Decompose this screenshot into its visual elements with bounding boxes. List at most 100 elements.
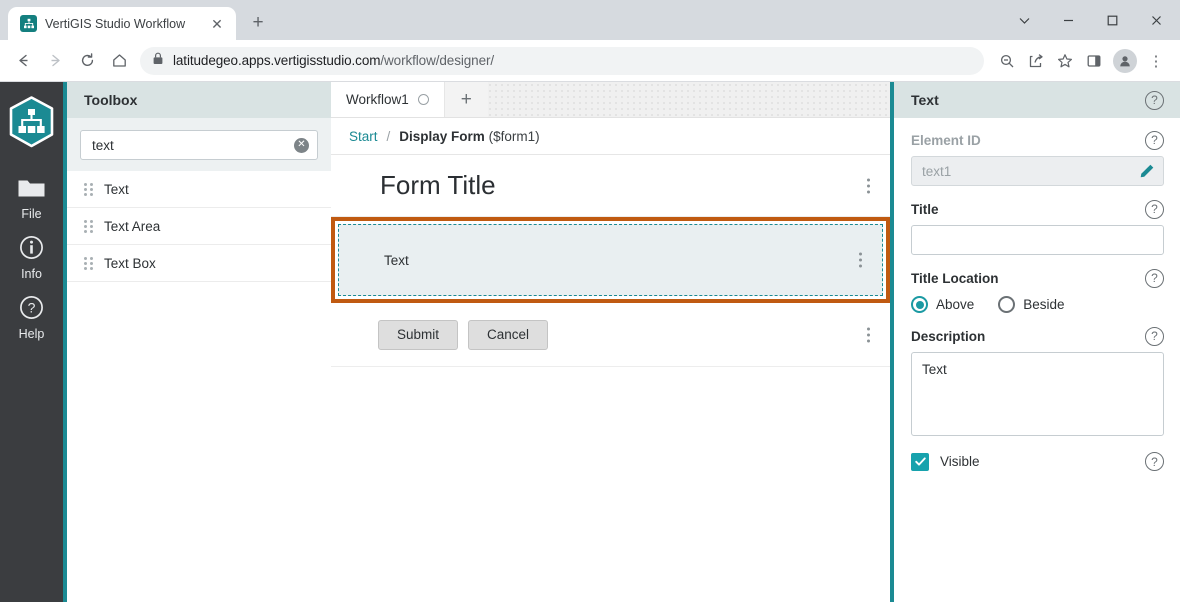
toolbox-item-text-box[interactable]: Text Box <box>67 245 331 282</box>
add-workflow-tab-button[interactable]: + <box>444 82 488 117</box>
unsaved-circle-icon[interactable] <box>418 94 429 105</box>
description-group: Description ? Text <box>911 326 1164 436</box>
toolbox-item-text[interactable]: Text <box>67 171 331 208</box>
radio-above-icon[interactable] <box>911 296 928 313</box>
question-circle-icon: ? <box>19 295 44 325</box>
help-icon[interactable]: ? <box>1145 131 1164 150</box>
svg-text:?: ? <box>28 300 36 316</box>
back-button[interactable] <box>8 46 38 76</box>
drag-handle-icon[interactable] <box>84 257 93 270</box>
clear-search-icon[interactable]: ✕ <box>294 138 309 153</box>
visible-checkbox[interactable] <box>911 453 929 471</box>
rail-item-file[interactable]: File <box>0 170 63 229</box>
browser-action-icons: ⋮ <box>993 47 1170 75</box>
browser-tab[interactable]: VertiGIS Studio Workflow ✕ <box>8 7 236 40</box>
url-host: latitudegeo.apps.vertigisstudio.com <box>173 53 380 68</box>
help-icon[interactable]: ? <box>1145 269 1164 288</box>
form-buttons-row[interactable]: Submit Cancel <box>331 303 890 367</box>
breadcrumb-current-label: Display Form <box>399 129 485 144</box>
toolbox-item-text-area[interactable]: Text Area <box>67 208 331 245</box>
cancel-button[interactable]: Cancel <box>468 320 548 350</box>
element-id-label: Element ID <box>911 133 981 148</box>
help-icon[interactable]: ? <box>1145 327 1164 346</box>
side-panel-icon[interactable] <box>1080 47 1108 75</box>
tab-close-icon[interactable]: ✕ <box>208 15 226 33</box>
description-textarea[interactable]: Text <box>911 352 1164 436</box>
toolbox-item-label: Text <box>104 182 129 197</box>
minimize-button[interactable] <box>1046 4 1090 36</box>
submit-button[interactable]: Submit <box>378 320 458 350</box>
rail-item-info[interactable]: Info <box>0 229 63 289</box>
toolbox-item-list: Text Text Area Text Box <box>67 171 331 602</box>
close-window-button[interactable] <box>1134 4 1178 36</box>
properties-body: Element ID ? Title ? <box>894 118 1180 602</box>
drag-handle-icon[interactable] <box>84 183 93 196</box>
rail-item-help[interactable]: ? Help <box>0 289 63 349</box>
info-circle-icon <box>19 235 44 265</box>
browser-menu-button[interactable]: ⋮ <box>1142 47 1170 75</box>
title-input[interactable] <box>922 233 1155 248</box>
share-icon[interactable] <box>1022 47 1050 75</box>
title-field[interactable] <box>911 225 1164 255</box>
radio-above-label: Above <box>936 297 974 312</box>
form-element-label: Text <box>384 253 409 268</box>
toolbox-search-field[interactable]: ✕ <box>80 130 318 160</box>
element-id-input <box>922 164 1139 179</box>
address-bar[interactable]: latitudegeo.apps.vertigisstudio.com/work… <box>140 47 984 75</box>
workflow-tab-strip: Workflow1 + <box>331 82 890 118</box>
browser-tab-bar: VertiGIS Studio Workflow ✕ + <box>0 0 1180 40</box>
pencil-icon[interactable] <box>1139 163 1155 179</box>
breadcrumb-start-link[interactable]: Start <box>349 129 378 144</box>
drag-handle-icon[interactable] <box>84 220 93 233</box>
rail-item-help-label: Help <box>19 327 45 341</box>
element-id-field <box>911 156 1164 186</box>
url-text: latitudegeo.apps.vertigisstudio.com/work… <box>173 53 494 68</box>
url-path: /workflow/designer/ <box>380 53 494 68</box>
vertigis-workflow-logo[interactable] <box>8 96 55 148</box>
form-buttons-menu-button[interactable] <box>867 327 870 342</box>
title-location-radio-group: Above Beside <box>911 294 1164 313</box>
radio-beside-icon[interactable] <box>998 296 1015 313</box>
left-rail: File Info ? Help <box>0 82 63 602</box>
title-location-group: Title Location ? Above Beside <box>911 268 1164 313</box>
zoom-out-icon[interactable] <box>993 47 1021 75</box>
toolbox-title: Toolbox <box>84 92 137 108</box>
selected-element-highlight: Text <box>331 217 890 303</box>
description-label: Description <box>911 329 985 344</box>
form-title-row[interactable]: Form Title <box>331 155 890 217</box>
help-icon[interactable]: ? <box>1145 91 1164 110</box>
form-element-menu-button[interactable] <box>859 253 862 268</box>
workflow-favicon-icon <box>20 15 37 32</box>
help-icon[interactable]: ? <box>1145 200 1164 219</box>
workflow-tab-label: Workflow1 <box>346 92 409 107</box>
lock-icon <box>152 52 164 70</box>
maximize-button[interactable] <box>1090 4 1134 36</box>
title-group: Title ? <box>911 199 1164 255</box>
search-input[interactable] <box>92 138 294 153</box>
toolbox-item-label: Text Box <box>104 256 156 271</box>
forward-button <box>40 46 70 76</box>
workflow-tab[interactable]: Workflow1 <box>331 82 444 117</box>
app-shell: File Info ? Help Toolbox ✕ <box>0 82 1180 602</box>
radio-option-beside[interactable]: Beside <box>998 296 1064 313</box>
radio-option-above[interactable]: Above <box>911 296 974 313</box>
breadcrumb-current: Display Form ($form1) <box>399 129 539 144</box>
help-icon[interactable]: ? <box>1145 452 1164 471</box>
new-tab-button[interactable]: + <box>244 9 272 37</box>
rail-item-info-label: Info <box>21 267 42 281</box>
designer-center: Workflow1 + Start / Display Form ($form1… <box>331 82 890 602</box>
visible-row: Visible ? <box>911 452 1164 471</box>
toolbox-item-label: Text Area <box>104 219 160 234</box>
profile-avatar[interactable] <box>1113 49 1137 73</box>
element-id-group: Element ID ? <box>911 130 1164 186</box>
toolbox-header: Toolbox <box>67 82 331 118</box>
toolbox-panel: Toolbox ✕ Text Text Area Text Box <box>63 82 331 602</box>
bookmark-star-icon[interactable] <box>1051 47 1079 75</box>
properties-header: Text ? <box>894 82 1180 118</box>
reload-button[interactable] <box>72 46 102 76</box>
home-button[interactable] <box>104 46 134 76</box>
tab-search-button[interactable] <box>1002 4 1046 36</box>
form-element-text[interactable]: Text <box>338 224 883 296</box>
radio-beside-label: Beside <box>1023 297 1064 312</box>
form-title-menu-button[interactable] <box>867 178 870 193</box>
